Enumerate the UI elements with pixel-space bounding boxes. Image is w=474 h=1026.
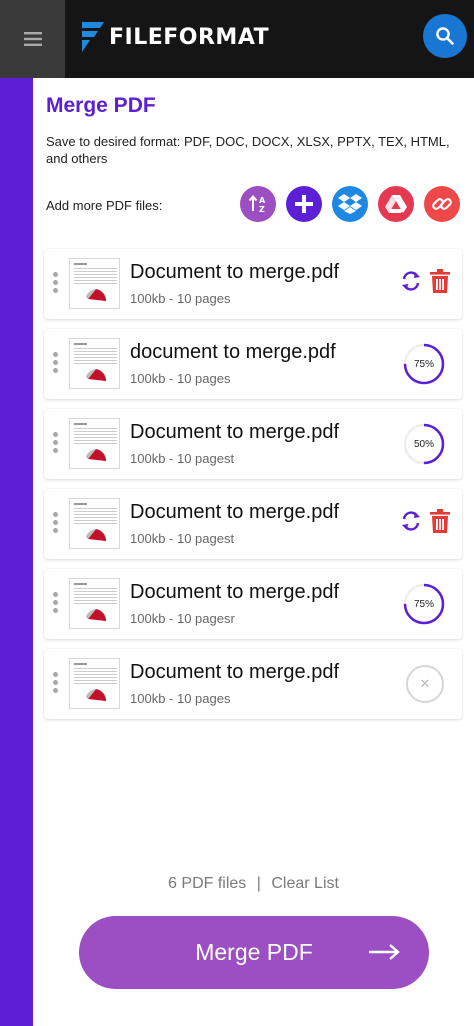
drag-handle-icon[interactable] xyxy=(53,512,59,536)
search-button[interactable] xyxy=(423,14,467,58)
link-button[interactable] xyxy=(424,186,460,222)
sort-button[interactable]: A Z xyxy=(240,186,276,222)
add-file-button[interactable] xyxy=(286,186,322,222)
clear-list-link[interactable]: Clear List xyxy=(271,875,339,892)
google-drive-icon xyxy=(385,195,407,213)
add-files-label: Add more PDF files: xyxy=(46,198,163,213)
file-card[interactable]: Document to merge.pdf 100kb - 10 pages xyxy=(44,249,462,319)
delete-icon[interactable] xyxy=(430,509,450,533)
pdf-thumbnail xyxy=(69,258,120,309)
drag-handle-icon[interactable] xyxy=(53,272,59,296)
separator: | xyxy=(256,875,261,892)
file-list-summary: 6 PDF files | Clear List xyxy=(33,875,474,893)
file-actions xyxy=(400,509,450,533)
file-name: Document to merge.pdf xyxy=(130,661,339,683)
progress-label: 75% xyxy=(413,598,434,610)
upload-progress-ring: 50% xyxy=(402,422,446,466)
refresh-icon[interactable] xyxy=(400,510,422,532)
pdf-thumbnail xyxy=(69,578,120,629)
menu-button[interactable] xyxy=(0,0,65,78)
file-card[interactable]: document to merge.pdf 100kb - 10 pages 7… xyxy=(44,329,462,399)
arrow-right-icon xyxy=(369,944,400,960)
google-drive-button[interactable] xyxy=(378,186,414,222)
svg-text:Z: Z xyxy=(259,205,265,214)
close-icon: ✕ xyxy=(419,676,431,691)
upload-progress-ring: 75% xyxy=(402,342,446,386)
svg-text:A: A xyxy=(259,196,266,205)
page-subtitle: Save to desired format: PDF, DOC, DOCX, … xyxy=(46,134,450,166)
brand-name: FILEFORMAT xyxy=(109,24,270,50)
file-name: document to merge.pdf xyxy=(130,341,336,363)
pdf-thumbnail xyxy=(69,498,120,549)
app-header: FILEFORMAT xyxy=(0,0,474,78)
upload-progress-ring: 75% xyxy=(402,582,446,626)
sort-icon: A Z xyxy=(248,194,266,214)
file-meta: 100kb - 10 pages xyxy=(130,371,231,386)
delete-icon[interactable] xyxy=(430,269,450,293)
file-meta: 100kb - 10 pagest xyxy=(130,451,235,466)
drag-handle-icon[interactable] xyxy=(53,592,59,616)
main-panel: Merge PDF Save to desired format: PDF, D… xyxy=(33,78,474,1026)
file-card[interactable]: Document to merge.pdf 100kb - 10 pagesr … xyxy=(44,569,462,639)
fileformat-logo-icon xyxy=(82,22,104,52)
pdf-thumbnail xyxy=(69,418,120,469)
hamburger-menu-icon xyxy=(23,32,42,46)
add-icon xyxy=(295,195,313,213)
link-icon xyxy=(432,198,452,210)
file-meta: 100kb - 10 pagesr xyxy=(130,611,235,626)
merge-button-label: Merge PDF xyxy=(195,939,313,965)
file-name: Document to merge.pdf xyxy=(130,421,339,443)
file-card[interactable]: Document to merge.pdf 100kb - 10 pagest … xyxy=(44,409,462,479)
file-count: 6 PDF files xyxy=(168,875,247,892)
file-name: Document to merge.pdf xyxy=(130,581,339,603)
file-meta: 100kb - 10 pagest xyxy=(130,531,235,546)
side-accent-bar xyxy=(0,78,33,1026)
file-card[interactable]: Document to merge.pdf 100kb - 10 pages ✕ xyxy=(44,649,462,719)
file-meta: 100kb - 10 pages xyxy=(130,691,231,706)
cancel-upload-button[interactable]: ✕ xyxy=(406,665,444,703)
file-name: Document to merge.pdf xyxy=(130,501,339,523)
dropbox-icon xyxy=(338,194,362,214)
progress-label: 75% xyxy=(413,358,434,370)
file-name: Document to merge.pdf xyxy=(130,261,339,283)
brand-logo[interactable]: FILEFORMAT xyxy=(80,22,269,52)
drag-handle-icon[interactable] xyxy=(53,672,59,696)
file-card[interactable]: Document to merge.pdf 100kb - 10 pagest xyxy=(44,489,462,559)
dropbox-button[interactable] xyxy=(332,186,368,222)
pdf-thumbnail xyxy=(69,658,120,709)
drag-handle-icon[interactable] xyxy=(53,432,59,456)
file-actions xyxy=(400,269,450,293)
merge-pdf-button[interactable]: Merge PDF xyxy=(79,916,429,989)
progress-label: 50% xyxy=(413,438,434,450)
search-icon xyxy=(436,27,454,45)
pdf-thumbnail xyxy=(69,338,120,389)
page-title: Merge PDF xyxy=(46,94,156,117)
file-meta: 100kb - 10 pages xyxy=(130,291,231,306)
refresh-icon[interactable] xyxy=(400,270,422,292)
drag-handle-icon[interactable] xyxy=(53,352,59,376)
